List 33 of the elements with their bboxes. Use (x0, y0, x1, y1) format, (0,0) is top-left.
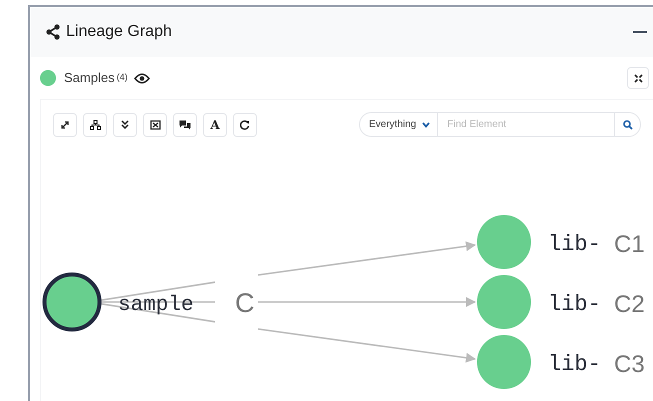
font-button[interactable]: A (203, 112, 227, 136)
double-chevron-icon (121, 120, 129, 129)
node-tag: C1 (614, 231, 645, 258)
search-field[interactable]: Find Element (438, 112, 614, 137)
eye-icon[interactable] (134, 72, 150, 84)
node-label: lib- (548, 292, 601, 317)
node-tag: C2 (614, 291, 645, 318)
scope-dropdown[interactable]: Everything (359, 112, 438, 137)
search-button[interactable] (614, 112, 641, 137)
node-tag: C3 (614, 351, 645, 378)
share-icon (46, 24, 60, 40)
refresh-button[interactable] (233, 112, 257, 136)
fit-button[interactable] (53, 112, 77, 136)
frame-icon (150, 120, 160, 130)
node-tag: C (235, 288, 254, 318)
legend-label: Samples (64, 69, 115, 88)
collapse-button[interactable] (113, 112, 137, 136)
layout-button[interactable] (83, 112, 107, 136)
fullscreen-button[interactable] (627, 67, 649, 89)
compress-icon (634, 74, 642, 82)
node-label: lib- (548, 232, 601, 257)
expand-icon (60, 120, 70, 130)
legend-count: (4) (116, 71, 128, 84)
search-icon (622, 120, 632, 130)
panel-title: Lineage Graph (66, 22, 172, 42)
chevron-down-icon (422, 122, 430, 128)
comments-button[interactable] (173, 112, 197, 136)
refresh-icon (240, 120, 250, 130)
frame-button[interactable] (143, 112, 167, 136)
node-label: sample (118, 294, 194, 317)
chat-icon (179, 120, 191, 130)
node-label: lib- (548, 352, 601, 377)
hierarchy-icon (90, 120, 100, 130)
